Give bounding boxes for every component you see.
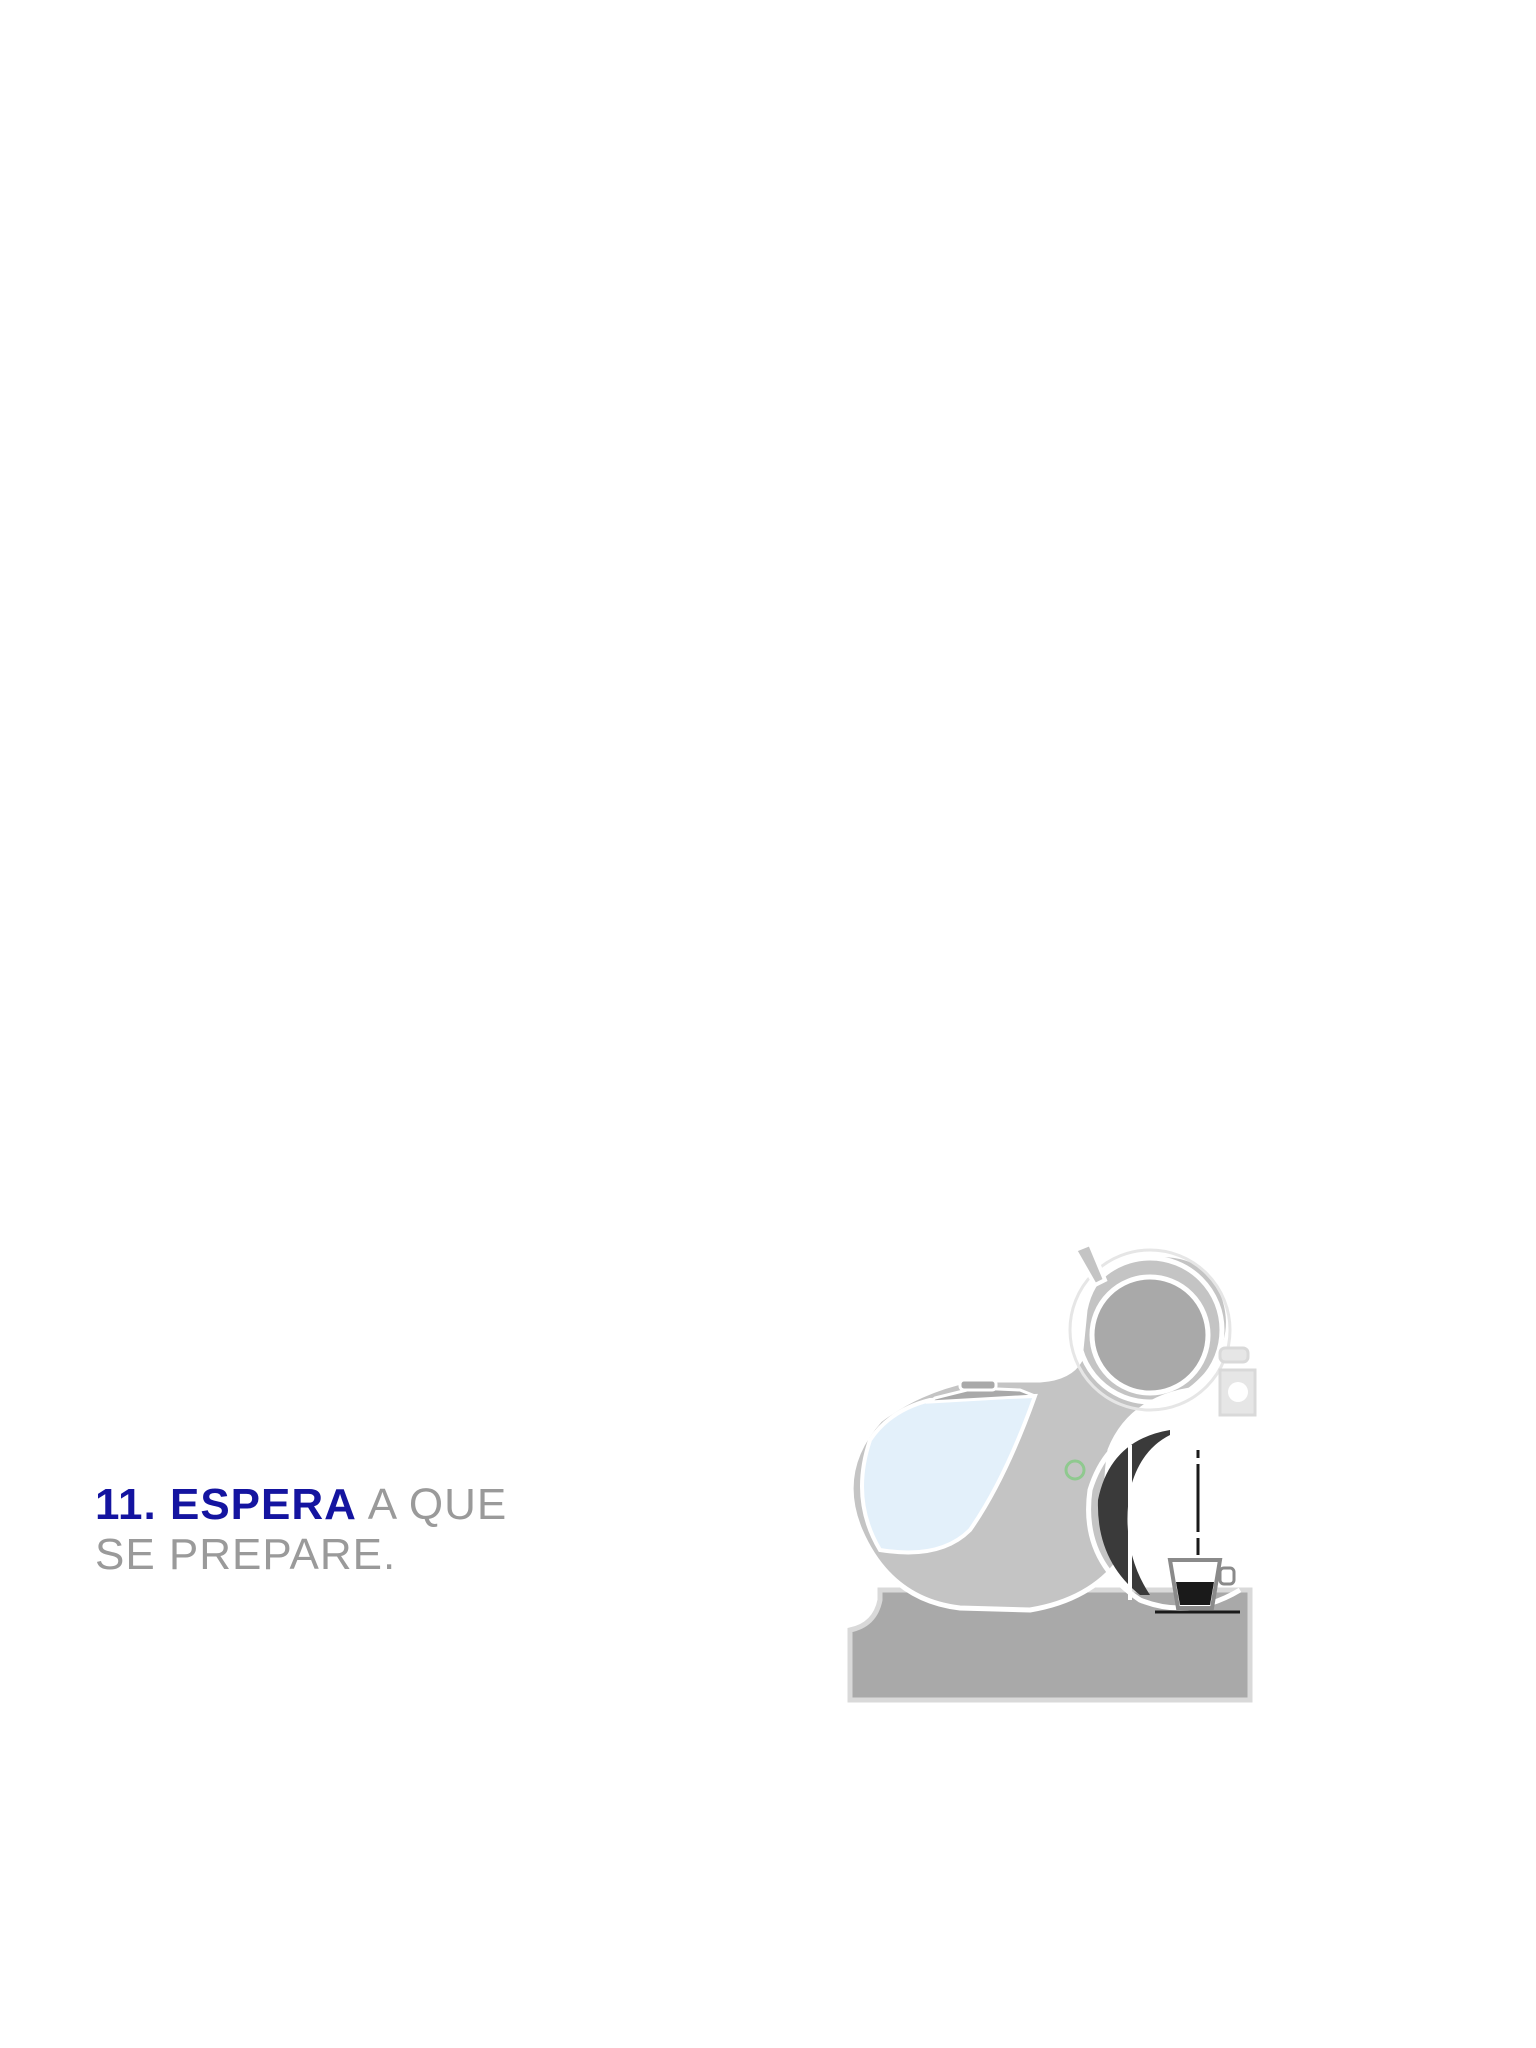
step-instruction: 11. ESPERA A QUE SE PREPARE.: [95, 1480, 615, 1580]
side-slider: [1218, 1346, 1250, 1364]
instruction-line-1: 11. ESPERA A QUE: [95, 1480, 615, 1530]
cup-coffee: [1176, 1582, 1214, 1605]
step-verb: ESPERA: [169, 1480, 357, 1529]
step-text-line-2: SE PREPARE.: [95, 1530, 397, 1579]
side-panel-button: [1228, 1382, 1248, 1402]
cup-handle: [1218, 1566, 1236, 1586]
capsule-holder-dial: [1089, 1274, 1211, 1396]
step-number: 11.: [95, 1480, 157, 1529]
step-text-line-1: A QUE: [367, 1480, 508, 1529]
power-icon: [1064, 1459, 1086, 1481]
locking-lever: [1072, 1241, 1108, 1288]
coffee-machine-illustration: [847, 1241, 1257, 1703]
tank-handle: [958, 1378, 998, 1392]
